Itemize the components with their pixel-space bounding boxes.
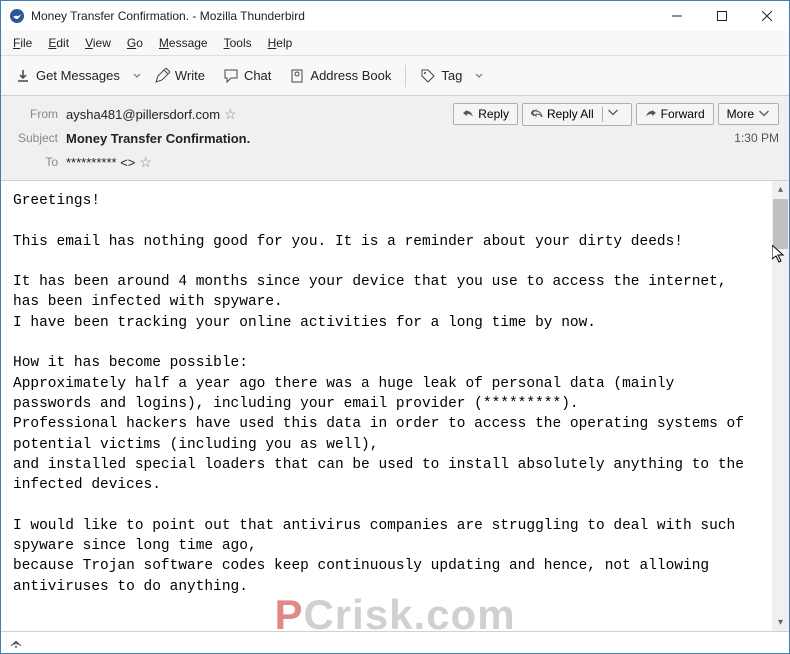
email-body: Greetings! This email has nothing good f… (1, 181, 772, 631)
pencil-icon (154, 68, 170, 84)
time-value: 1:30 PM (734, 131, 779, 145)
menubar: File Edit View Go Message Tools Help (1, 31, 789, 56)
scrollbar[interactable]: ▴ ▾ (772, 181, 789, 631)
menu-edit[interactable]: Edit (40, 33, 77, 53)
online-icon (9, 636, 23, 650)
menu-view[interactable]: View (77, 33, 119, 53)
menu-file[interactable]: File (5, 33, 40, 53)
get-messages-button[interactable]: Get Messages (7, 64, 128, 88)
star-icon[interactable]: ☆ (224, 106, 237, 123)
maximize-button[interactable] (699, 1, 744, 31)
reply-icon (462, 108, 474, 120)
write-button[interactable]: Write (146, 64, 213, 88)
scroll-down-icon[interactable]: ▾ (772, 614, 789, 631)
message-header: From aysha481@pillersdorf.com ☆ Reply Re… (1, 96, 789, 181)
menu-tools[interactable]: Tools (216, 33, 260, 53)
tag-dropdown[interactable] (472, 72, 486, 80)
tag-button[interactable]: Tag (412, 64, 470, 88)
chevron-down-icon (758, 108, 770, 120)
tag-icon (420, 68, 436, 84)
download-icon (15, 68, 31, 84)
toolbar: Get Messages Write Chat Address Book Tag (1, 56, 789, 96)
forward-icon (645, 108, 657, 120)
from-label: From (11, 107, 66, 121)
star-icon[interactable]: ☆ (139, 154, 152, 171)
chat-icon (223, 68, 239, 84)
from-value: aysha481@pillersdorf.com ☆ (66, 106, 237, 123)
more-button[interactable]: More (718, 103, 779, 125)
address-book-button[interactable]: Address Book (281, 64, 399, 88)
reply-button[interactable]: Reply (453, 103, 518, 125)
reply-all-button[interactable]: Reply All (522, 103, 632, 126)
chat-button[interactable]: Chat (215, 64, 279, 88)
menu-help[interactable]: Help (260, 33, 301, 53)
forward-button[interactable]: Forward (636, 103, 714, 125)
app-icon (9, 8, 25, 24)
minimize-button[interactable] (654, 1, 699, 31)
close-button[interactable] (744, 1, 789, 31)
window-title: Money Transfer Confirmation. - Mozilla T… (31, 9, 654, 23)
reply-all-icon (531, 108, 543, 120)
subject-label: Subject (11, 131, 66, 145)
to-value: ********** <> ☆ (66, 154, 152, 171)
menu-message[interactable]: Message (151, 33, 216, 53)
get-messages-dropdown[interactable] (130, 72, 144, 80)
reply-all-dropdown[interactable] (602, 107, 623, 122)
statusbar (1, 631, 789, 653)
subject-value: Money Transfer Confirmation. (66, 131, 250, 146)
menu-go[interactable]: Go (119, 33, 151, 53)
to-label: To (11, 155, 66, 169)
scroll-thumb[interactable] (773, 199, 788, 249)
scroll-up-icon[interactable]: ▴ (772, 181, 789, 198)
book-icon (289, 68, 305, 84)
